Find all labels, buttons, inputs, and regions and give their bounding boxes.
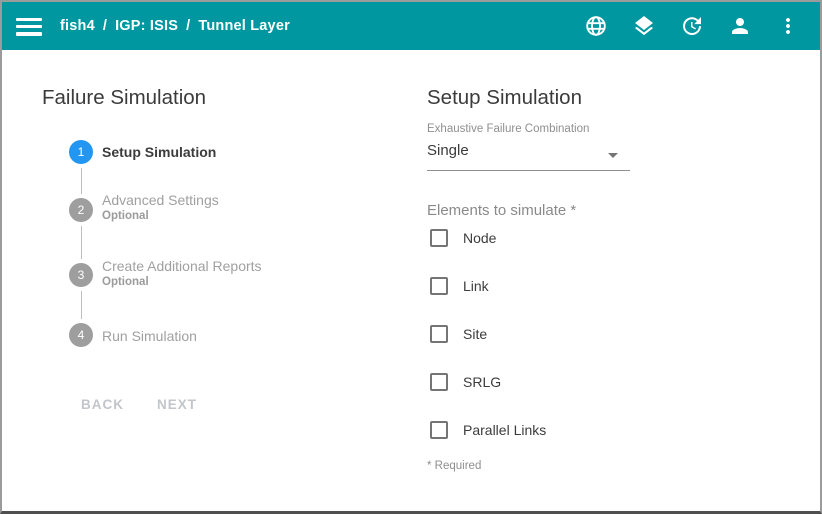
panel-title: Setup Simulation [427, 86, 582, 110]
layers-icon[interactable] [632, 14, 656, 38]
step-4-label[interactable]: Run Simulation [102, 328, 197, 344]
step-2-optional-label[interactable]: Optional [102, 210, 149, 222]
hamburger-menu-icon[interactable] [16, 18, 42, 36]
select-underline [427, 170, 630, 171]
link-checkbox[interactable] [430, 277, 448, 295]
breadcrumb-separator: / [103, 18, 107, 34]
more-vert-icon[interactable] [776, 14, 800, 38]
breadcrumb: fish4 / IGP: ISIS / Tunnel Layer [60, 18, 290, 34]
step-3-optional-label[interactable]: Optional [102, 276, 149, 288]
combination-select[interactable]: Single [427, 142, 469, 159]
checkbox-row-srlg: SRLG [430, 373, 501, 391]
step-1-circle[interactable]: 1 [69, 140, 93, 164]
breadcrumb-plan[interactable]: IGP: ISIS [115, 18, 178, 34]
breadcrumb-layer[interactable]: Tunnel Layer [198, 18, 290, 34]
srlg-checkbox[interactable] [430, 373, 448, 391]
checkbox-row-link: Link [430, 277, 489, 295]
app-window: fish4 / IGP: ISIS / Tunnel Layer [0, 0, 822, 514]
update-history-icon[interactable] [680, 14, 704, 38]
step-3-label[interactable]: Create Additional Reports [102, 258, 262, 274]
node-checkbox-label[interactable]: Node [463, 230, 496, 246]
step-connector [81, 291, 82, 319]
parallel-links-checkbox[interactable] [430, 421, 448, 439]
srlg-checkbox-label[interactable]: SRLG [463, 374, 501, 390]
step-2-label[interactable]: Advanced Settings [102, 192, 219, 208]
step-connector [81, 168, 82, 194]
required-note: * Required [427, 460, 481, 472]
app-bar: fish4 / IGP: ISIS / Tunnel Layer [2, 2, 820, 50]
step-1-label[interactable]: Setup Simulation [102, 144, 216, 160]
parallel-links-checkbox-label[interactable]: Parallel Links [463, 422, 546, 438]
appbar-actions [584, 14, 800, 38]
combination-field-label: Exhaustive Failure Combination [427, 123, 589, 135]
chevron-down-icon[interactable] [608, 153, 618, 158]
site-checkbox[interactable] [430, 325, 448, 343]
elements-to-simulate-label: Elements to simulate * [427, 202, 576, 219]
step-4-circle[interactable]: 4 [69, 323, 93, 347]
checkbox-row-node: Node [430, 229, 496, 247]
breadcrumb-separator: / [186, 18, 190, 34]
step-3-circle[interactable]: 3 [69, 263, 93, 287]
back-button[interactable]: BACK [81, 397, 124, 412]
site-checkbox-label[interactable]: Site [463, 326, 487, 342]
person-icon[interactable] [728, 14, 752, 38]
breadcrumb-network[interactable]: fish4 [60, 18, 95, 34]
checkbox-row-site: Site [430, 325, 487, 343]
node-checkbox[interactable] [430, 229, 448, 247]
next-button[interactable]: NEXT [157, 397, 197, 412]
page-title: Failure Simulation [42, 86, 206, 110]
checkbox-row-parallel-links: Parallel Links [430, 421, 546, 439]
link-checkbox-label[interactable]: Link [463, 278, 489, 294]
globe-icon[interactable] [584, 14, 608, 38]
step-connector [81, 226, 82, 259]
step-2-circle[interactable]: 2 [69, 198, 93, 222]
